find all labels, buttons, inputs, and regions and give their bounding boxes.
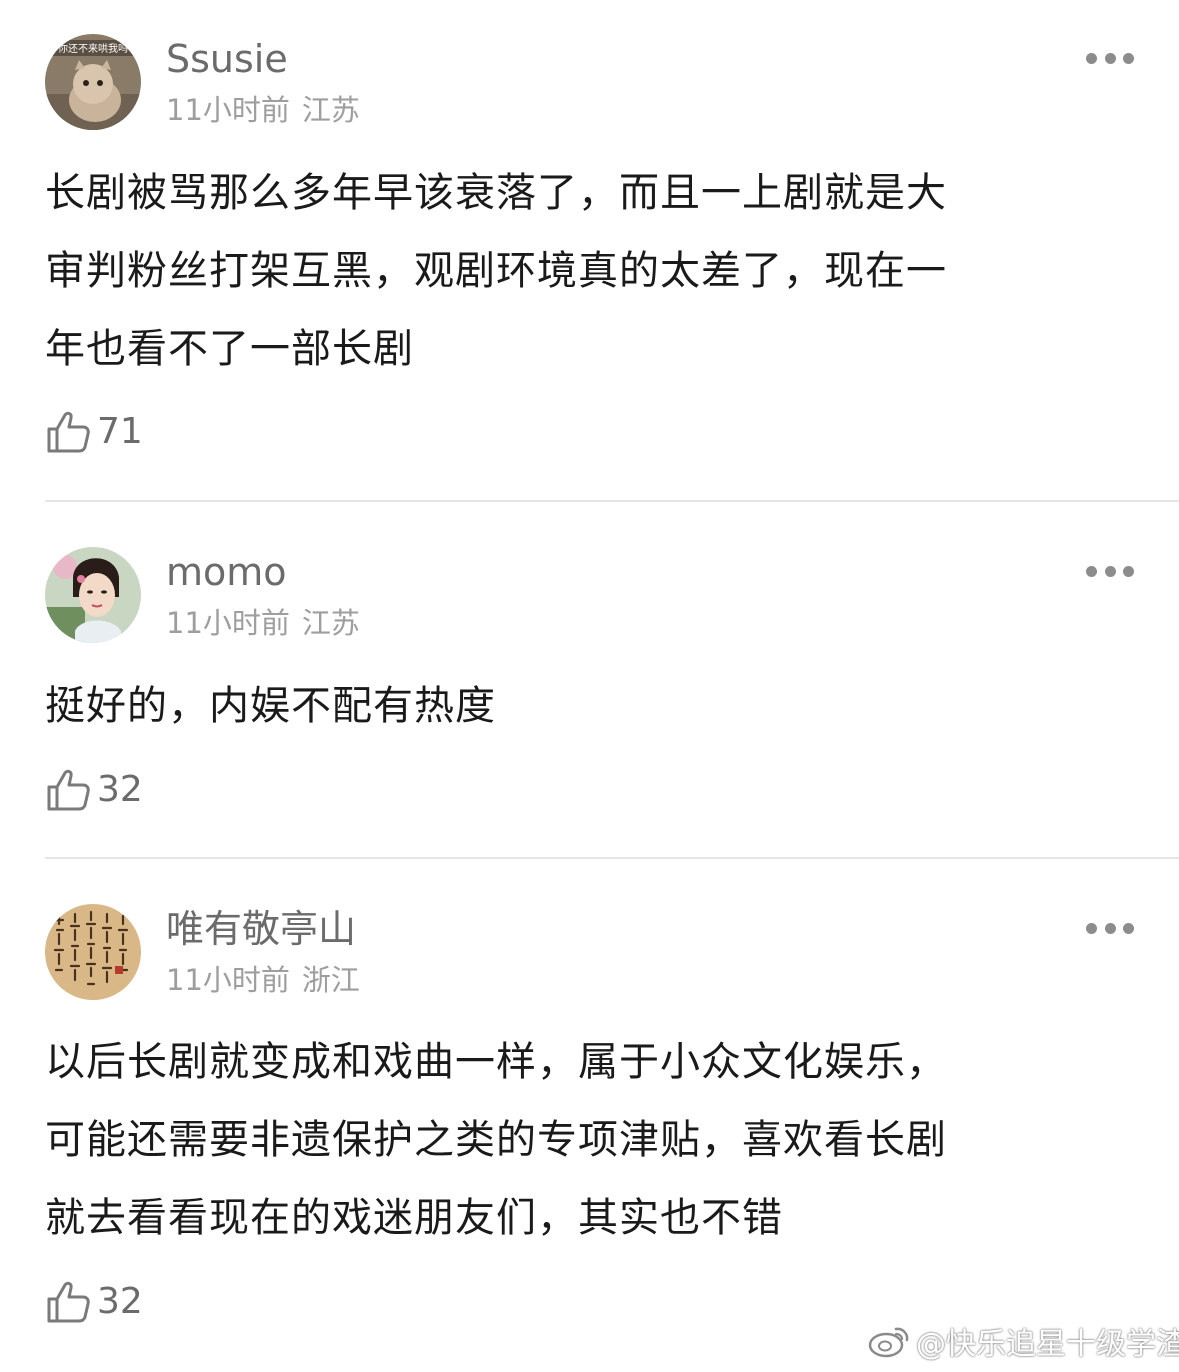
avatar-cat-image: 你还不来哄我吗 — [45, 34, 141, 130]
avatar[interactable]: 你还不来哄我吗 — [45, 34, 141, 130]
avatar-caption: 你还不来哄我吗 — [58, 42, 128, 55]
comment-item: 唯有敬亭山 11小时前 浙江 以后长剧就变成和戏曲一样，属于小众文化娱乐， 可能还… — [0, 859, 1179, 1372]
like-count: 32 — [97, 1281, 143, 1322]
comment-text: 长剧被骂那么多年早该衰落了，而且一上剧就是大 审判粉丝打架互黑，观剧环境真的太差… — [45, 154, 1135, 388]
more-dots-icon[interactable] — [1086, 564, 1134, 578]
avatar[interactable] — [45, 904, 141, 1000]
comment-text-line: 审判粉丝打架互黑，观剧环境真的太差了，现在一 — [45, 248, 947, 294]
avatar-portrait-image — [45, 547, 141, 643]
like-button[interactable]: 32 — [45, 1277, 143, 1327]
comment-item: 你还不来哄我吗 Ssusie 11小时前 江苏 长剧被骂那么多年早该衰落了，而且一… — [0, 0, 1179, 500]
comment-meta: 11小时前 江苏 — [166, 606, 360, 640]
avatar-calligraphy-image — [45, 904, 141, 1000]
comment-text-line: 以后长剧就变成和戏曲一样，属于小众文化娱乐， — [45, 1039, 947, 1085]
comment-meta: 11小时前 江苏 — [166, 93, 360, 127]
comment-text: 以后长剧就变成和戏曲一样，属于小众文化娱乐， 可能还需要非遗保护之类的专项津贴，… — [45, 1023, 1135, 1257]
username[interactable]: momo — [166, 550, 287, 594]
comment-text-line: 长剧被骂那么多年早该衰落了，而且一上剧就是大 — [45, 170, 947, 216]
more-dots-icon[interactable] — [1086, 51, 1134, 65]
avatar[interactable] — [45, 547, 141, 643]
like-count: 32 — [97, 769, 143, 810]
thumbs-up-icon — [47, 769, 90, 811]
comment-time: 11小时前 — [166, 606, 290, 640]
like-button[interactable]: 71 — [45, 407, 143, 457]
comment-text-line: 挺好的，内娱不配有热度 — [45, 683, 496, 729]
comment-item: momo 11小时前 江苏 挺好的，内娱不配有热度 32 — [0, 502, 1179, 857]
comment-text-line: 年也看不了一部长剧 — [45, 326, 414, 372]
watermark: @快乐追星十级学渣 — [868, 1318, 1179, 1364]
comment-location: 江苏 — [301, 93, 360, 127]
comment-location: 浙江 — [301, 963, 360, 997]
comment-location: 江苏 — [301, 606, 360, 640]
comment-time: 11小时前 — [166, 93, 290, 127]
username[interactable]: 唯有敬亭山 — [166, 907, 356, 951]
like-count: 71 — [97, 411, 143, 452]
comment-text-line: 就去看看现在的戏迷朋友们，其实也不错 — [45, 1195, 783, 1241]
like-button[interactable]: 32 — [45, 765, 143, 815]
thumbs-up-icon — [47, 1281, 90, 1323]
weibo-logo-icon — [868, 1327, 909, 1358]
comment-text: 挺好的，内娱不配有热度 — [45, 667, 1135, 745]
comment-text-line: 可能还需要非遗保护之类的专项津贴，喜欢看长剧 — [45, 1117, 947, 1163]
thumbs-up-icon — [47, 411, 90, 453]
comment-meta: 11小时前 浙江 — [166, 963, 360, 997]
comment-time: 11小时前 — [166, 963, 290, 997]
watermark-text: @快乐追星十级学渣 — [916, 1327, 1179, 1362]
more-dots-icon[interactable] — [1086, 921, 1134, 935]
username[interactable]: Ssusie — [166, 37, 288, 81]
